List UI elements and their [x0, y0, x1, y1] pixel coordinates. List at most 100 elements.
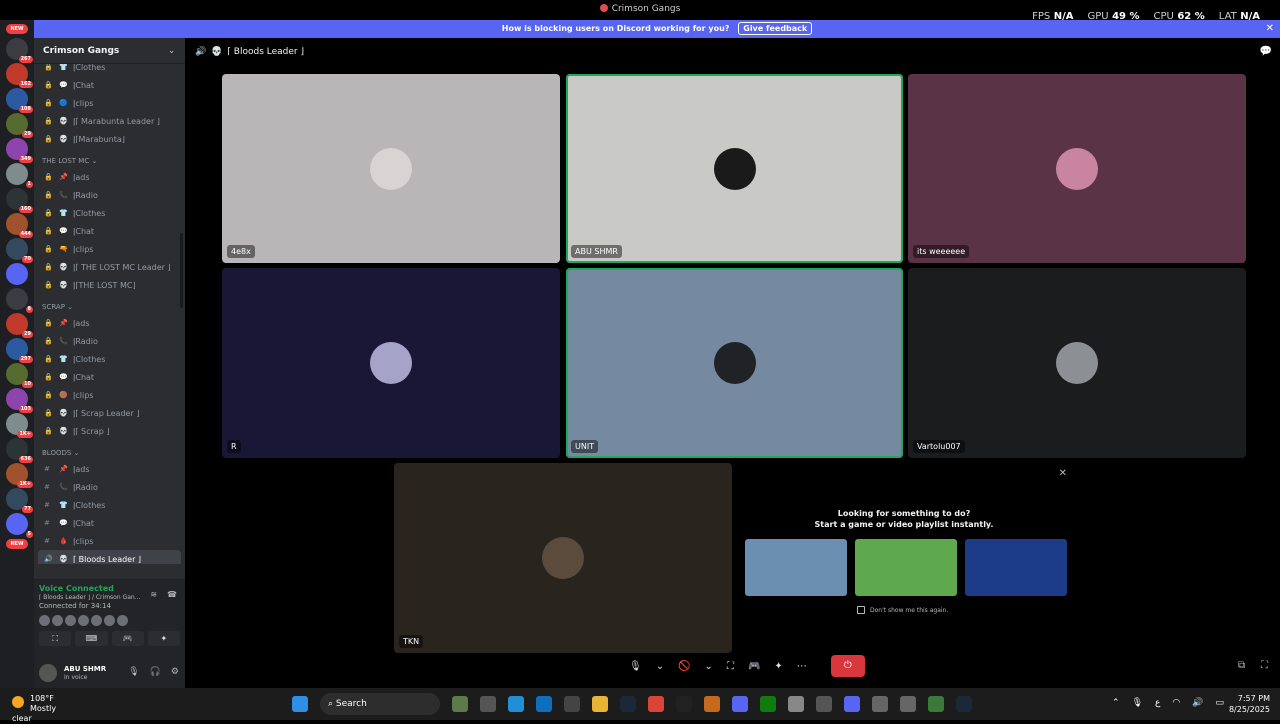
server-icon[interactable]: 29: [6, 313, 33, 338]
channel-item[interactable]: 🔒 💀 ǀ ⌈Marabunta⌋: [34, 130, 185, 148]
avatar[interactable]: [39, 664, 57, 682]
server-icon[interactable]: 8: [6, 288, 33, 313]
game-card-puzzle-game[interactable]: [855, 539, 957, 596]
channel-item[interactable]: # 📞 ǀ Radio: [34, 478, 185, 496]
server-icon[interactable]: 5: [6, 513, 33, 538]
participant-tile[interactable]: UNIT: [566, 268, 903, 458]
avatar[interactable]: [39, 615, 50, 626]
server-icon[interactable]: 1: [6, 163, 33, 188]
activity-button[interactable]: 🎮: [111, 631, 144, 646]
channel-item[interactable]: 🔒 💀 ǀ ⌈ Scrap Leader ⌋: [34, 404, 185, 422]
participant-tile[interactable]: R: [222, 268, 560, 458]
channel-category[interactable]: SCRAP ⌄: [34, 294, 185, 314]
taskbar-app-icon[interactable]: [704, 696, 720, 712]
taskbar-app-icon[interactable]: [452, 696, 468, 712]
wifi-icon[interactable]: ◠: [1172, 698, 1180, 708]
microphone-icon[interactable]: 🎙: [128, 667, 139, 677]
channel-item[interactable]: 🔒 💀 ǀ ⌈ THE LOST MC Leader ⌋: [34, 258, 185, 276]
battery-icon[interactable]: ▭: [1215, 698, 1224, 708]
channel-item[interactable]: 🔒 📌 ǀ ads: [34, 314, 185, 332]
participant-tile[interactable]: Vartolu007: [908, 268, 1246, 458]
popout-icon[interactable]: ⧉: [1238, 660, 1245, 671]
taskbar-app-icon[interactable]: [816, 696, 832, 712]
taskbar-app-icon[interactable]: [676, 696, 692, 712]
server-icon[interactable]: 297: [6, 338, 33, 363]
channel-list-scrollbar[interactable]: [180, 233, 183, 308]
screenshare-button[interactable]: ⌨: [75, 631, 108, 646]
taskbar-clock[interactable]: 7:57 PM 8/25/2025: [1229, 693, 1270, 715]
server-icon[interactable]: [6, 263, 28, 285]
channel-item[interactable]: 🔒 🔫 ǀ clips: [34, 240, 185, 258]
channel-item[interactable]: 🔒 💀 ǀ ⌈THE LOST MC⌋: [34, 276, 185, 294]
discord-icon[interactable]: [844, 696, 860, 712]
server-icon[interactable]: 77: [6, 488, 33, 513]
more-icon[interactable]: ⋯: [793, 661, 811, 672]
channel-item[interactable]: 🔒 💀 ǀ ⌈ Marabunta Leader ⌋: [34, 112, 185, 130]
channel-item[interactable]: 🔒 📞 ǀ Radio: [34, 186, 185, 204]
server-icon[interactable]: 444: [6, 213, 33, 238]
taskbar-app-icon[interactable]: [480, 696, 496, 712]
server-icon[interactable]: 349: [6, 138, 33, 163]
taskbar-app-icon[interactable]: [928, 696, 944, 712]
channel-item[interactable]: 🔒 🔵 ǀ clips: [34, 94, 185, 112]
screenshare-icon[interactable]: ⛶: [723, 661, 738, 672]
microphone-icon[interactable]: 🎙: [625, 661, 646, 672]
participant-tile[interactable]: ABU SHMR: [566, 74, 903, 263]
channel-item[interactable]: 🔒 👕 ǀ Clothes: [34, 350, 185, 368]
participant-tile[interactable]: TKN: [394, 463, 732, 653]
close-icon[interactable]: ✕: [1266, 20, 1274, 38]
taskbar-app-icon[interactable]: [872, 696, 888, 712]
server-icon[interactable]: 1K+: [6, 413, 33, 438]
server-icon[interactable]: 103: [6, 388, 33, 413]
disconnect-icon[interactable]: ☎: [167, 590, 177, 599]
channel-item[interactable]: 🔒 💬 ǀ Chat: [34, 222, 185, 240]
avatar[interactable]: [52, 615, 63, 626]
windows-start-icon[interactable]: [292, 696, 308, 712]
fullscreen-icon[interactable]: ⛶: [1261, 660, 1268, 671]
edge-icon[interactable]: [508, 696, 524, 712]
noise-suppression-icon[interactable]: ≋: [150, 590, 157, 599]
avatar[interactable]: [117, 615, 128, 626]
channel-item[interactable]: 🔒 💀 ǀ ⌈ Scrap ⌋: [34, 422, 185, 440]
video-button[interactable]: ⛶: [39, 631, 72, 646]
chevron-down-icon[interactable]: ⌄: [701, 661, 717, 672]
channel-item[interactable]: 🔒 🟤 ǀ clips: [34, 386, 185, 404]
server-icon[interactable]: 70: [6, 238, 33, 263]
participant-tile[interactable]: its weeeeee: [908, 74, 1246, 263]
channel-item[interactable]: 🔒 👕 ǀ Clothes: [34, 64, 185, 76]
server-icon[interactable]: 162: [6, 63, 33, 88]
store-icon[interactable]: [536, 696, 552, 712]
xbox-icon[interactable]: [760, 696, 776, 712]
channel-item[interactable]: 🔒 👕 ǀ Clothes: [34, 204, 185, 222]
chevron-up-icon[interactable]: ⌃: [1112, 698, 1120, 708]
headphones-icon[interactable]: 🎧: [150, 667, 161, 677]
avatar[interactable]: [65, 615, 76, 626]
gear-icon[interactable]: ⚙: [171, 667, 179, 677]
server-icon[interactable]: 1K+: [6, 463, 33, 488]
participant-tile[interactable]: 4e8x: [222, 74, 560, 263]
server-icon[interactable]: 10: [6, 363, 33, 388]
server-icon[interactable]: 160: [6, 188, 33, 213]
channel-category[interactable]: BLOODS ⌄: [34, 440, 185, 460]
chevron-down-icon[interactable]: ⌄: [652, 661, 668, 672]
end-call-button[interactable]: ⏻: [830, 655, 865, 677]
microphone-icon[interactable]: 🎙: [1132, 698, 1143, 708]
dont-show-checkbox[interactable]: Don't show me this again.: [857, 606, 948, 614]
channel-item[interactable]: # 💬 ǀ Chat: [34, 514, 185, 532]
give-feedback-button[interactable]: Give feedback: [738, 22, 813, 35]
avatar[interactable]: [78, 615, 89, 626]
avatar[interactable]: [91, 615, 102, 626]
close-icon[interactable]: ✕: [1059, 468, 1067, 479]
language-icon[interactable]: ع: [1155, 698, 1160, 708]
channel-item[interactable]: # 📌 ǀ ads: [34, 460, 185, 478]
soundboard-icon[interactable]: ✦: [770, 661, 786, 672]
steam-icon[interactable]: [956, 696, 972, 712]
channel-item[interactable]: 🔒 💬 ǀ Chat: [34, 368, 185, 386]
steam-icon[interactable]: [620, 696, 636, 712]
chrome-icon[interactable]: [648, 696, 664, 712]
file-explorer-icon[interactable]: [592, 696, 608, 712]
search-input[interactable]: ⌕ Search: [320, 693, 440, 715]
checkbox-icon[interactable]: [857, 606, 865, 614]
taskbar-app-icon[interactable]: [788, 696, 804, 712]
channel-category[interactable]: THE LOST MC ⌄: [34, 148, 185, 168]
